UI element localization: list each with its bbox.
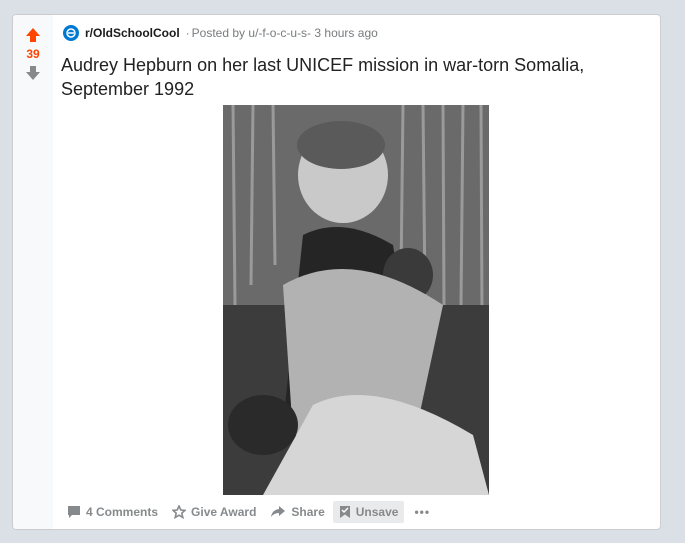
posted-by-label: Posted by (191, 26, 246, 40)
post-card[interactable]: 39 r/OldSchoolCool · Posted by u/-f-o-c-… (12, 14, 661, 530)
post-content: r/OldSchoolCool · Posted by u/-f-o-c-u-s… (61, 15, 660, 529)
unsave-label: Unsave (355, 505, 399, 519)
vote-column: 39 (13, 15, 53, 529)
photo-illustration (223, 105, 489, 495)
share-icon (271, 506, 286, 517)
post-timestamp[interactable]: 3 hours ago (314, 26, 377, 40)
subreddit-link[interactable]: r/OldSchoolCool (85, 26, 180, 40)
comments-label: 4 Comments (86, 505, 159, 519)
bookmark-icon (339, 506, 350, 518)
more-options-button[interactable]: ••• (406, 501, 438, 523)
unsave-button[interactable]: Unsave (332, 501, 405, 523)
subreddit-icon[interactable] (63, 25, 79, 41)
share-button[interactable]: Share (264, 501, 330, 523)
comment-icon (68, 506, 80, 518)
post-title[interactable]: Audrey Hepburn on her last UNICEF missio… (61, 53, 646, 101)
share-label: Share (291, 505, 325, 519)
award-icon (172, 505, 187, 519)
post-meta: r/OldSchoolCool · Posted by u/-f-o-c-u-s… (63, 25, 378, 41)
comments-button[interactable]: 4 Comments (61, 501, 164, 523)
author-link[interactable]: u/-f-o-c-u-s- (248, 26, 311, 40)
give-award-button[interactable]: Give Award (166, 501, 262, 523)
upvote-icon[interactable] (25, 27, 41, 43)
vote-score: 39 (26, 47, 40, 61)
meta-separator: · (185, 26, 190, 40)
post-actions: 4 Comments Give Award Share Unsave ••• (61, 499, 440, 525)
give-award-label: Give Award (191, 505, 257, 519)
post-image[interactable] (223, 105, 489, 495)
downvote-icon[interactable] (25, 65, 41, 81)
